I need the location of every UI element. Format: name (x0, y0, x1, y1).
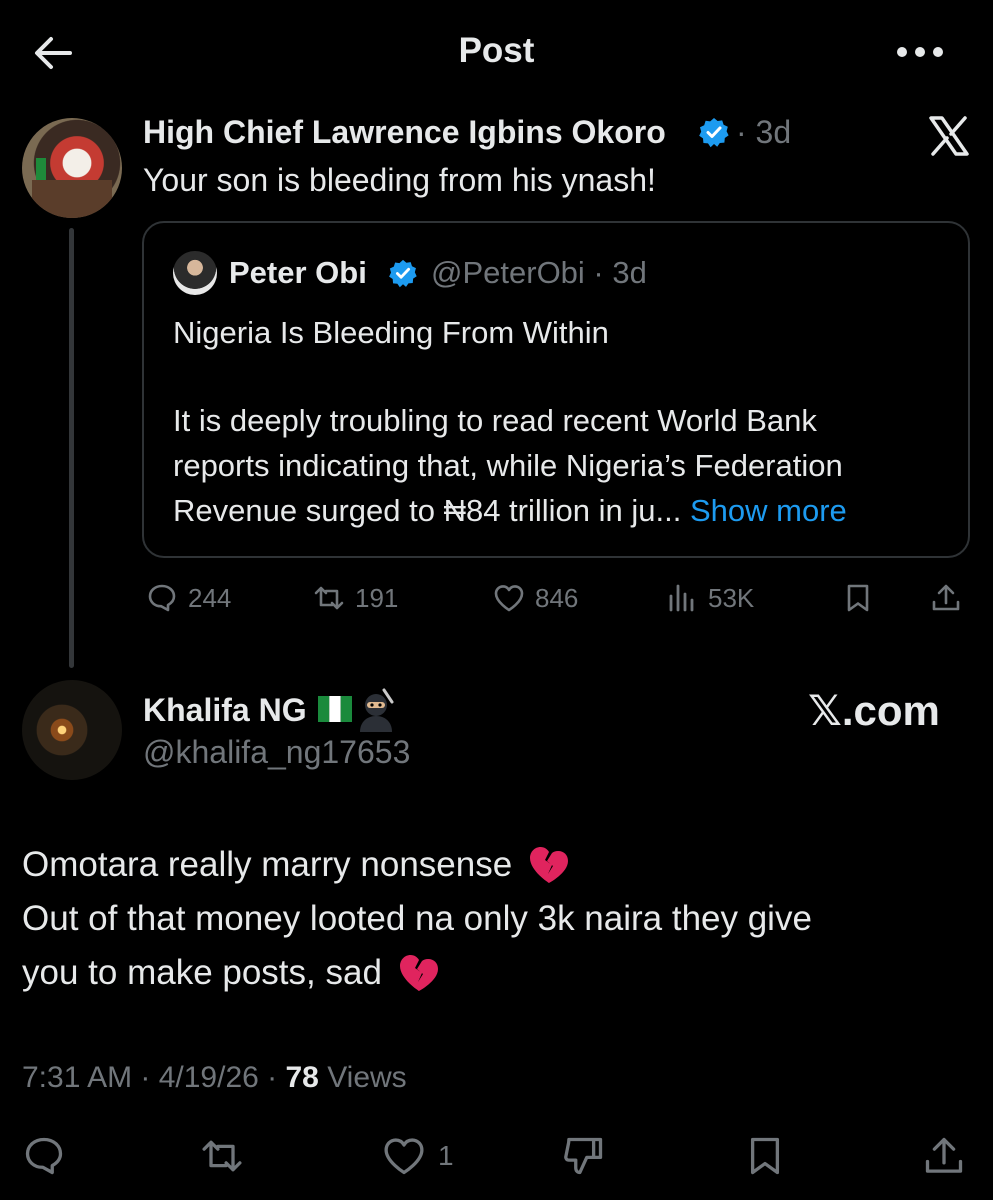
bookmark-icon (750, 1137, 780, 1175)
verified-badge-icon (388, 258, 418, 288)
parent-tweet-text: Your son is bleeding from his ynash! (143, 162, 656, 198)
reply-tweet-text: Omotara really marry nonsense Out of tha… (22, 838, 962, 1000)
share-button[interactable] (922, 1134, 966, 1178)
reply-button[interactable] (22, 1134, 66, 1178)
thread-line (69, 228, 74, 668)
reply-count: 244 (188, 582, 232, 613)
reply-button[interactable]: 244 (146, 582, 231, 614)
share-button[interactable] (930, 582, 962, 614)
more-icon[interactable] (892, 34, 948, 70)
quote-body-line: reports indicating that, while Nigeria’s… (173, 448, 843, 483)
bookmark-icon (847, 584, 869, 612)
quote-body-line: Revenue surged to ₦84 trillion in ju... … (173, 488, 953, 533)
reply-author-avatar[interactable] (22, 680, 122, 780)
reply-meta: 7:31 AM · 4/19/26 · 78 Views (22, 1058, 407, 1098)
quote-author-name: Peter Obi (229, 255, 367, 290)
reply-text: you to make posts, sad (22, 953, 382, 992)
quote-body-line: It is deeply troubling to read recent Wo… (173, 403, 817, 438)
reply-text-line: you to make posts, sad (22, 946, 962, 1000)
views-button[interactable]: 53K (666, 582, 754, 614)
show-more-link[interactable]: Show more (690, 493, 847, 528)
verified-badge-icon (698, 116, 730, 148)
dislike-icon (564, 1137, 603, 1175)
views-icon (669, 584, 694, 612)
ninja-icon (354, 688, 400, 732)
like-count: 846 (535, 582, 579, 613)
parent-author-name[interactable]: High Chief Lawrence Igbins Okoro (143, 112, 666, 152)
reply-text: Out of that money looted na only 3k nair… (22, 899, 812, 938)
quote-body: It is deeply troubling to read recent Wo… (173, 398, 953, 533)
xcom-watermark: 𝕏.com (808, 687, 940, 734)
bookmark-button[interactable] (842, 582, 874, 614)
views-count[interactable]: 78 (285, 1061, 318, 1094)
quote-handle-time: @PeterObi · 3d (431, 255, 647, 290)
reply-text: Omotara really marry nonsense (22, 845, 513, 884)
repost-button[interactable] (200, 1134, 244, 1178)
like-button[interactable]: 1 (382, 1134, 454, 1178)
share-icon (932, 584, 960, 611)
dislike-button[interactable] (562, 1134, 606, 1178)
reply-icon (148, 584, 176, 612)
like-icon (384, 1138, 424, 1175)
parent-timestamp[interactable]: · 3d (736, 112, 791, 152)
repost-icon (314, 586, 344, 610)
views-label: Views (318, 1061, 407, 1094)
page-title: Post (458, 31, 535, 70)
x-logo-icon (928, 116, 970, 156)
broken-heart-icon (528, 845, 570, 885)
reply-text-line: Omotara really marry nonsense (22, 838, 962, 892)
share-icon (925, 1137, 963, 1173)
reply-author-name[interactable]: Khalifa NG (143, 690, 307, 730)
bookmark-button[interactable] (743, 1134, 787, 1178)
reply-text-line: Out of that money looted na only 3k nair… (22, 892, 962, 946)
like-icon (494, 585, 524, 612)
reply-timestamp: 7:31 AM · 4/19/26 · (22, 1061, 286, 1094)
reply-icon (25, 1137, 63, 1175)
reply-author-handle: @khalifa_ng17653 (143, 734, 411, 770)
broken-heart-icon (398, 953, 440, 993)
like-count: 1 (438, 1140, 454, 1171)
like-button[interactable]: 846 (493, 582, 578, 614)
quote-body-text: Revenue surged to ₦84 trillion in ju... (173, 493, 682, 528)
repost-button[interactable]: 191 (313, 582, 398, 614)
parent-author-avatar[interactable] (22, 118, 122, 218)
quote-headline: Nigeria Is Bleeding From Within (173, 315, 609, 350)
repost-icon (202, 1140, 242, 1172)
repost-count: 191 (355, 582, 399, 613)
nigeria-flag-icon (318, 696, 352, 722)
views-count: 53K (708, 582, 755, 613)
quote-author-avatar[interactable] (173, 251, 217, 295)
